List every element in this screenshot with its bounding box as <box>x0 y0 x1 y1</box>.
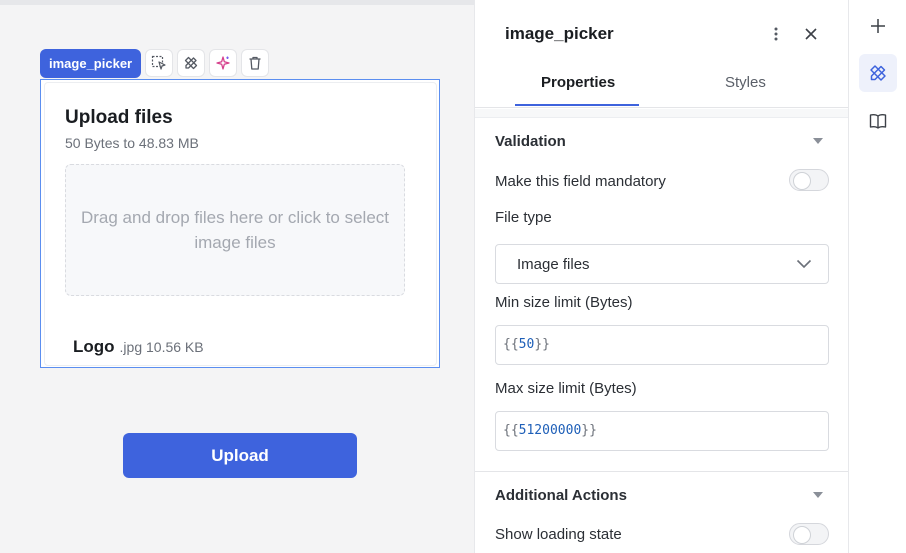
tab-properties[interactable]: Properties <box>541 74 615 91</box>
docs-button[interactable] <box>859 102 897 140</box>
ai-sparkle-icon <box>216 56 230 70</box>
loading-state-label: Show loading state <box>495 526 622 543</box>
more-options-button[interactable] <box>766 24 786 44</box>
max-size-input[interactable]: {{51200000}} <box>495 411 829 451</box>
edit-tools-icon <box>870 65 886 81</box>
image-picker-card: Upload files 50 Bytes to 48.83 MB Drag a… <box>44 82 437 366</box>
collapse-caret-icon[interactable] <box>812 137 824 145</box>
upload-button[interactable]: Upload <box>123 433 357 478</box>
edit-tools-icon <box>184 56 198 70</box>
canvas-top-bar <box>0 0 474 5</box>
edit-tools-rail-button[interactable] <box>859 54 897 92</box>
panel-tabs: Properties Styles <box>475 62 848 108</box>
canvas[interactable]: image_picker Upload files 50 Bytes to 48… <box>0 0 474 553</box>
upload-size-range: 50 Bytes to 48.83 MB <box>65 135 199 151</box>
chevron-down-icon <box>796 259 812 269</box>
panel-title: image_picker <box>505 24 614 43</box>
image-picker-widget[interactable]: Upload files 50 Bytes to 48.83 MB Drag a… <box>40 79 440 368</box>
add-widget-button[interactable] <box>859 7 897 45</box>
file-meta: .jpg 10.56 KB <box>119 339 204 355</box>
tab-styles[interactable]: Styles <box>725 74 766 91</box>
widget-name-tag[interactable]: image_picker <box>40 48 142 78</box>
book-icon <box>869 114 887 129</box>
delete-widget-button[interactable] <box>241 49 270 77</box>
file-type-select[interactable]: Image files <box>495 244 829 284</box>
uploaded-file: Logo .jpg 10.56 KB <box>73 337 204 357</box>
trash-icon <box>249 56 261 70</box>
validation-heading[interactable]: Validation <box>495 133 566 150</box>
additional-actions-heading[interactable]: Additional Actions <box>495 487 627 504</box>
kebab-menu-icon <box>774 27 778 41</box>
loading-state-toggle[interactable] <box>789 523 829 545</box>
section-spacer <box>475 109 848 118</box>
file-type-label: File type <box>495 209 552 226</box>
max-size-label: Max size limit (Bytes) <box>495 380 637 397</box>
section-divider <box>475 471 848 472</box>
edit-tools-button[interactable] <box>177 49 206 77</box>
min-size-input[interactable]: {{50}} <box>495 325 829 365</box>
ai-assist-button[interactable] <box>209 49 238 77</box>
file-dropzone[interactable]: Drag and drop files here or click to sel… <box>65 164 405 296</box>
dropzone-text: Drag and drop files here or click to sel… <box>80 208 390 252</box>
plus-icon <box>871 19 885 33</box>
right-rail <box>848 0 906 553</box>
file-type-value: Image files <box>517 256 590 273</box>
select-parent-button[interactable] <box>145 49 174 77</box>
active-tab-indicator <box>515 104 639 106</box>
upload-title: Upload files <box>65 107 173 128</box>
properties-panel: image_picker Properties Styles Validatio… <box>474 0 848 553</box>
mandatory-toggle[interactable] <box>789 169 829 191</box>
min-size-value: 50 <box>518 337 535 352</box>
min-size-label: Min size limit (Bytes) <box>495 294 633 311</box>
close-icon <box>805 28 817 40</box>
close-panel-button[interactable] <box>801 24 821 44</box>
max-size-value: 51200000 <box>518 423 582 438</box>
select-parent-icon <box>152 55 166 70</box>
file-name: Logo <box>73 337 115 356</box>
widget-toolbar: image_picker <box>40 48 270 78</box>
mandatory-label: Make this field mandatory <box>495 173 666 190</box>
collapse-caret-icon[interactable] <box>812 491 824 499</box>
